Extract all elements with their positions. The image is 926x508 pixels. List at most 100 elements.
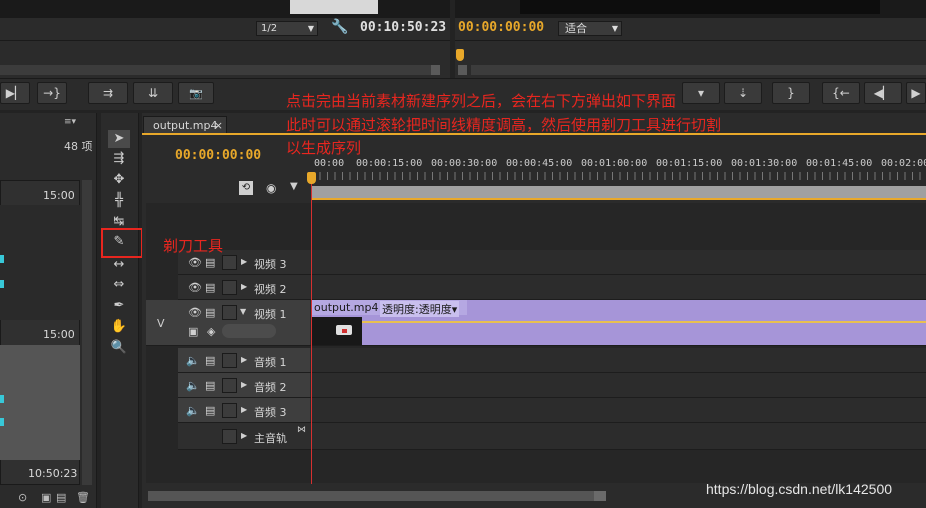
list-view-icon[interactable]: ⊙ — [18, 491, 27, 504]
expand-triangle-icon[interactable]: ▶ — [241, 380, 247, 389]
marker-button[interactable]: ▾ — [682, 82, 720, 104]
lock-toggle[interactable] — [222, 305, 237, 320]
speaker-icon[interactable]: 🔈 — [186, 354, 200, 367]
wrench-icon[interactable]: 🔧 — [331, 19, 348, 35]
program-timecode[interactable]: 00:00:00:00 — [458, 20, 544, 35]
eye-icon[interactable]: 👁 — [188, 281, 202, 294]
ruler-tick-marks — [312, 172, 926, 180]
lock-toggle[interactable] — [222, 353, 237, 368]
trash-icon[interactable]: 🗑 — [76, 491, 90, 504]
lock-toggle[interactable] — [222, 429, 237, 444]
program-mini-timeline[interactable] — [455, 40, 926, 78]
camera-icon[interactable]: 📷 — [178, 82, 214, 104]
fit-select[interactable]: 适合 ▼ — [558, 21, 622, 36]
expand-triangle-icon[interactable]: ▶ — [241, 431, 247, 440]
pen-tool-icon[interactable]: ✒ — [108, 297, 130, 315]
film-icon[interactable]: ▤ — [205, 256, 215, 269]
lock-toggle[interactable] — [222, 378, 237, 393]
project-thumb-area-1 — [0, 205, 80, 320]
opacity-line[interactable] — [312, 321, 926, 323]
track-master[interactable] — [310, 423, 926, 450]
lock-toggle[interactable] — [222, 255, 237, 270]
source-mini-timeline[interactable] — [0, 40, 450, 78]
keyframe-nav[interactable] — [222, 324, 276, 338]
mark-in-button[interactable]: ⇣ — [724, 82, 762, 104]
step-back-button[interactable]: ◀▏ — [864, 82, 902, 104]
mark-out-button[interactable]: } — [772, 82, 810, 104]
selection-tool-icon[interactable]: ➤ — [108, 130, 130, 148]
hand-tool-icon[interactable]: ✋ — [108, 318, 130, 336]
rolling-edit-tool-icon[interactable]: ╬ — [108, 192, 130, 210]
master-meter-icon[interactable]: ⋈ — [297, 425, 306, 435]
scroll-thumb[interactable] — [148, 491, 604, 501]
insert-button[interactable]: →} — [37, 82, 67, 104]
overlay-button[interactable]: ⇉ — [88, 82, 128, 104]
ruler-tick-6: 00:01:30:00 — [731, 158, 798, 169]
scroll-handle-right[interactable] — [594, 491, 606, 501]
track-audio-3[interactable] — [310, 398, 926, 423]
speaker-icon[interactable]: 🔈 — [186, 379, 200, 392]
track-label-audio-3: 音频 3 — [254, 406, 287, 419]
slide-tool-icon[interactable]: ⇔ — [108, 276, 130, 294]
new-item-icon[interactable]: ▤ — [56, 491, 66, 504]
program-scroll-start[interactable] — [458, 65, 467, 75]
eye-icon[interactable]: 👁 — [188, 306, 202, 319]
ripple-edit-tool-icon[interactable]: ✥ — [108, 171, 130, 189]
panel-menu-icon[interactable]: ≡▾ — [64, 117, 76, 127]
expand-triangle-icon[interactable]: ▶ — [241, 257, 247, 266]
play-to-out-button[interactable]: ▶▏ — [0, 82, 30, 104]
collapse-triangle-icon[interactable]: ▼ — [240, 307, 246, 316]
slip-tool-icon[interactable]: ↔ — [108, 256, 130, 274]
keyframe-icon[interactable]: ◈ — [207, 325, 215, 338]
track-audio-1[interactable] — [310, 348, 926, 373]
track-video-2[interactable] — [310, 275, 926, 300]
source-scrollbar[interactable] — [0, 65, 440, 75]
film-icon[interactable]: ▤ — [205, 379, 215, 392]
clip-name: output.mp4 — [314, 301, 379, 314]
expand-triangle-icon[interactable]: ▶ — [241, 355, 247, 364]
source-scroll-end[interactable] — [431, 65, 440, 75]
program-scrollbar[interactable] — [471, 65, 926, 75]
new-bin-icon[interactable]: ▣ — [41, 491, 51, 504]
clip-effect-menu[interactable]: 透明度:透明度▾ — [380, 301, 460, 317]
ruler-tick-4: 00:01:00:00 — [581, 158, 648, 169]
sequence-tab[interactable]: output.mp4 × — [143, 116, 227, 134]
sequence-marker-icon[interactable]: ▼ — [290, 181, 298, 192]
playhead-line — [311, 184, 312, 484]
eye-icon[interactable]: 👁 — [188, 256, 202, 269]
ruler-tick-8: 00:02:00 — [881, 158, 926, 169]
display-style-icon[interactable]: ▣ — [188, 325, 198, 338]
video-clip[interactable]: output.mp4 透明度:透明度▾ — [312, 300, 926, 345]
lift-button[interactable]: ⇊ — [133, 82, 173, 104]
ruler-tick-7: 00:01:45:00 — [806, 158, 873, 169]
track-audio-2[interactable] — [310, 373, 926, 398]
expand-triangle-icon[interactable]: ▶ — [241, 405, 247, 414]
cyan-label-mark — [0, 280, 4, 288]
sequence-timecode[interactable]: 00:00:00:00 — [175, 148, 261, 163]
lock-toggle[interactable] — [222, 403, 237, 418]
snap-icon[interactable]: ⟲ — [239, 181, 253, 195]
track-video-3[interactable] — [310, 250, 926, 275]
film-icon[interactable]: ▤ — [205, 306, 215, 319]
track-label-video-2: 视频 2 — [254, 283, 287, 296]
tab-close-icon[interactable]: × — [214, 117, 223, 134]
marker-set-icon[interactable]: ◉ — [266, 181, 276, 195]
playhead-handle-icon[interactable] — [307, 172, 316, 184]
program-playhead-icon[interactable] — [456, 49, 464, 61]
film-icon[interactable]: ▤ — [205, 354, 215, 367]
speaker-icon[interactable]: 🔈 — [186, 404, 200, 417]
go-to-in-button[interactable]: {← — [822, 82, 860, 104]
resolution-select[interactable]: 1/2 ▼ — [256, 21, 318, 36]
expand-triangle-icon[interactable]: ▶ — [241, 282, 247, 291]
source-timecode[interactable]: 00:10:50:23 — [360, 20, 446, 35]
lock-toggle[interactable] — [222, 280, 237, 295]
film-icon[interactable]: ▤ — [205, 281, 215, 294]
play-button[interactable]: ▶ — [906, 82, 926, 104]
track-label-master: 主音轨 — [254, 432, 287, 445]
monitor-image — [290, 0, 378, 14]
track-select-tool-icon[interactable]: ⇶ — [108, 150, 130, 168]
film-icon[interactable]: ▤ — [205, 404, 215, 417]
project-vscrollbar[interactable] — [82, 180, 92, 485]
zoom-tool-icon[interactable]: 🔍 — [108, 339, 130, 357]
work-area-bar[interactable] — [312, 186, 926, 200]
